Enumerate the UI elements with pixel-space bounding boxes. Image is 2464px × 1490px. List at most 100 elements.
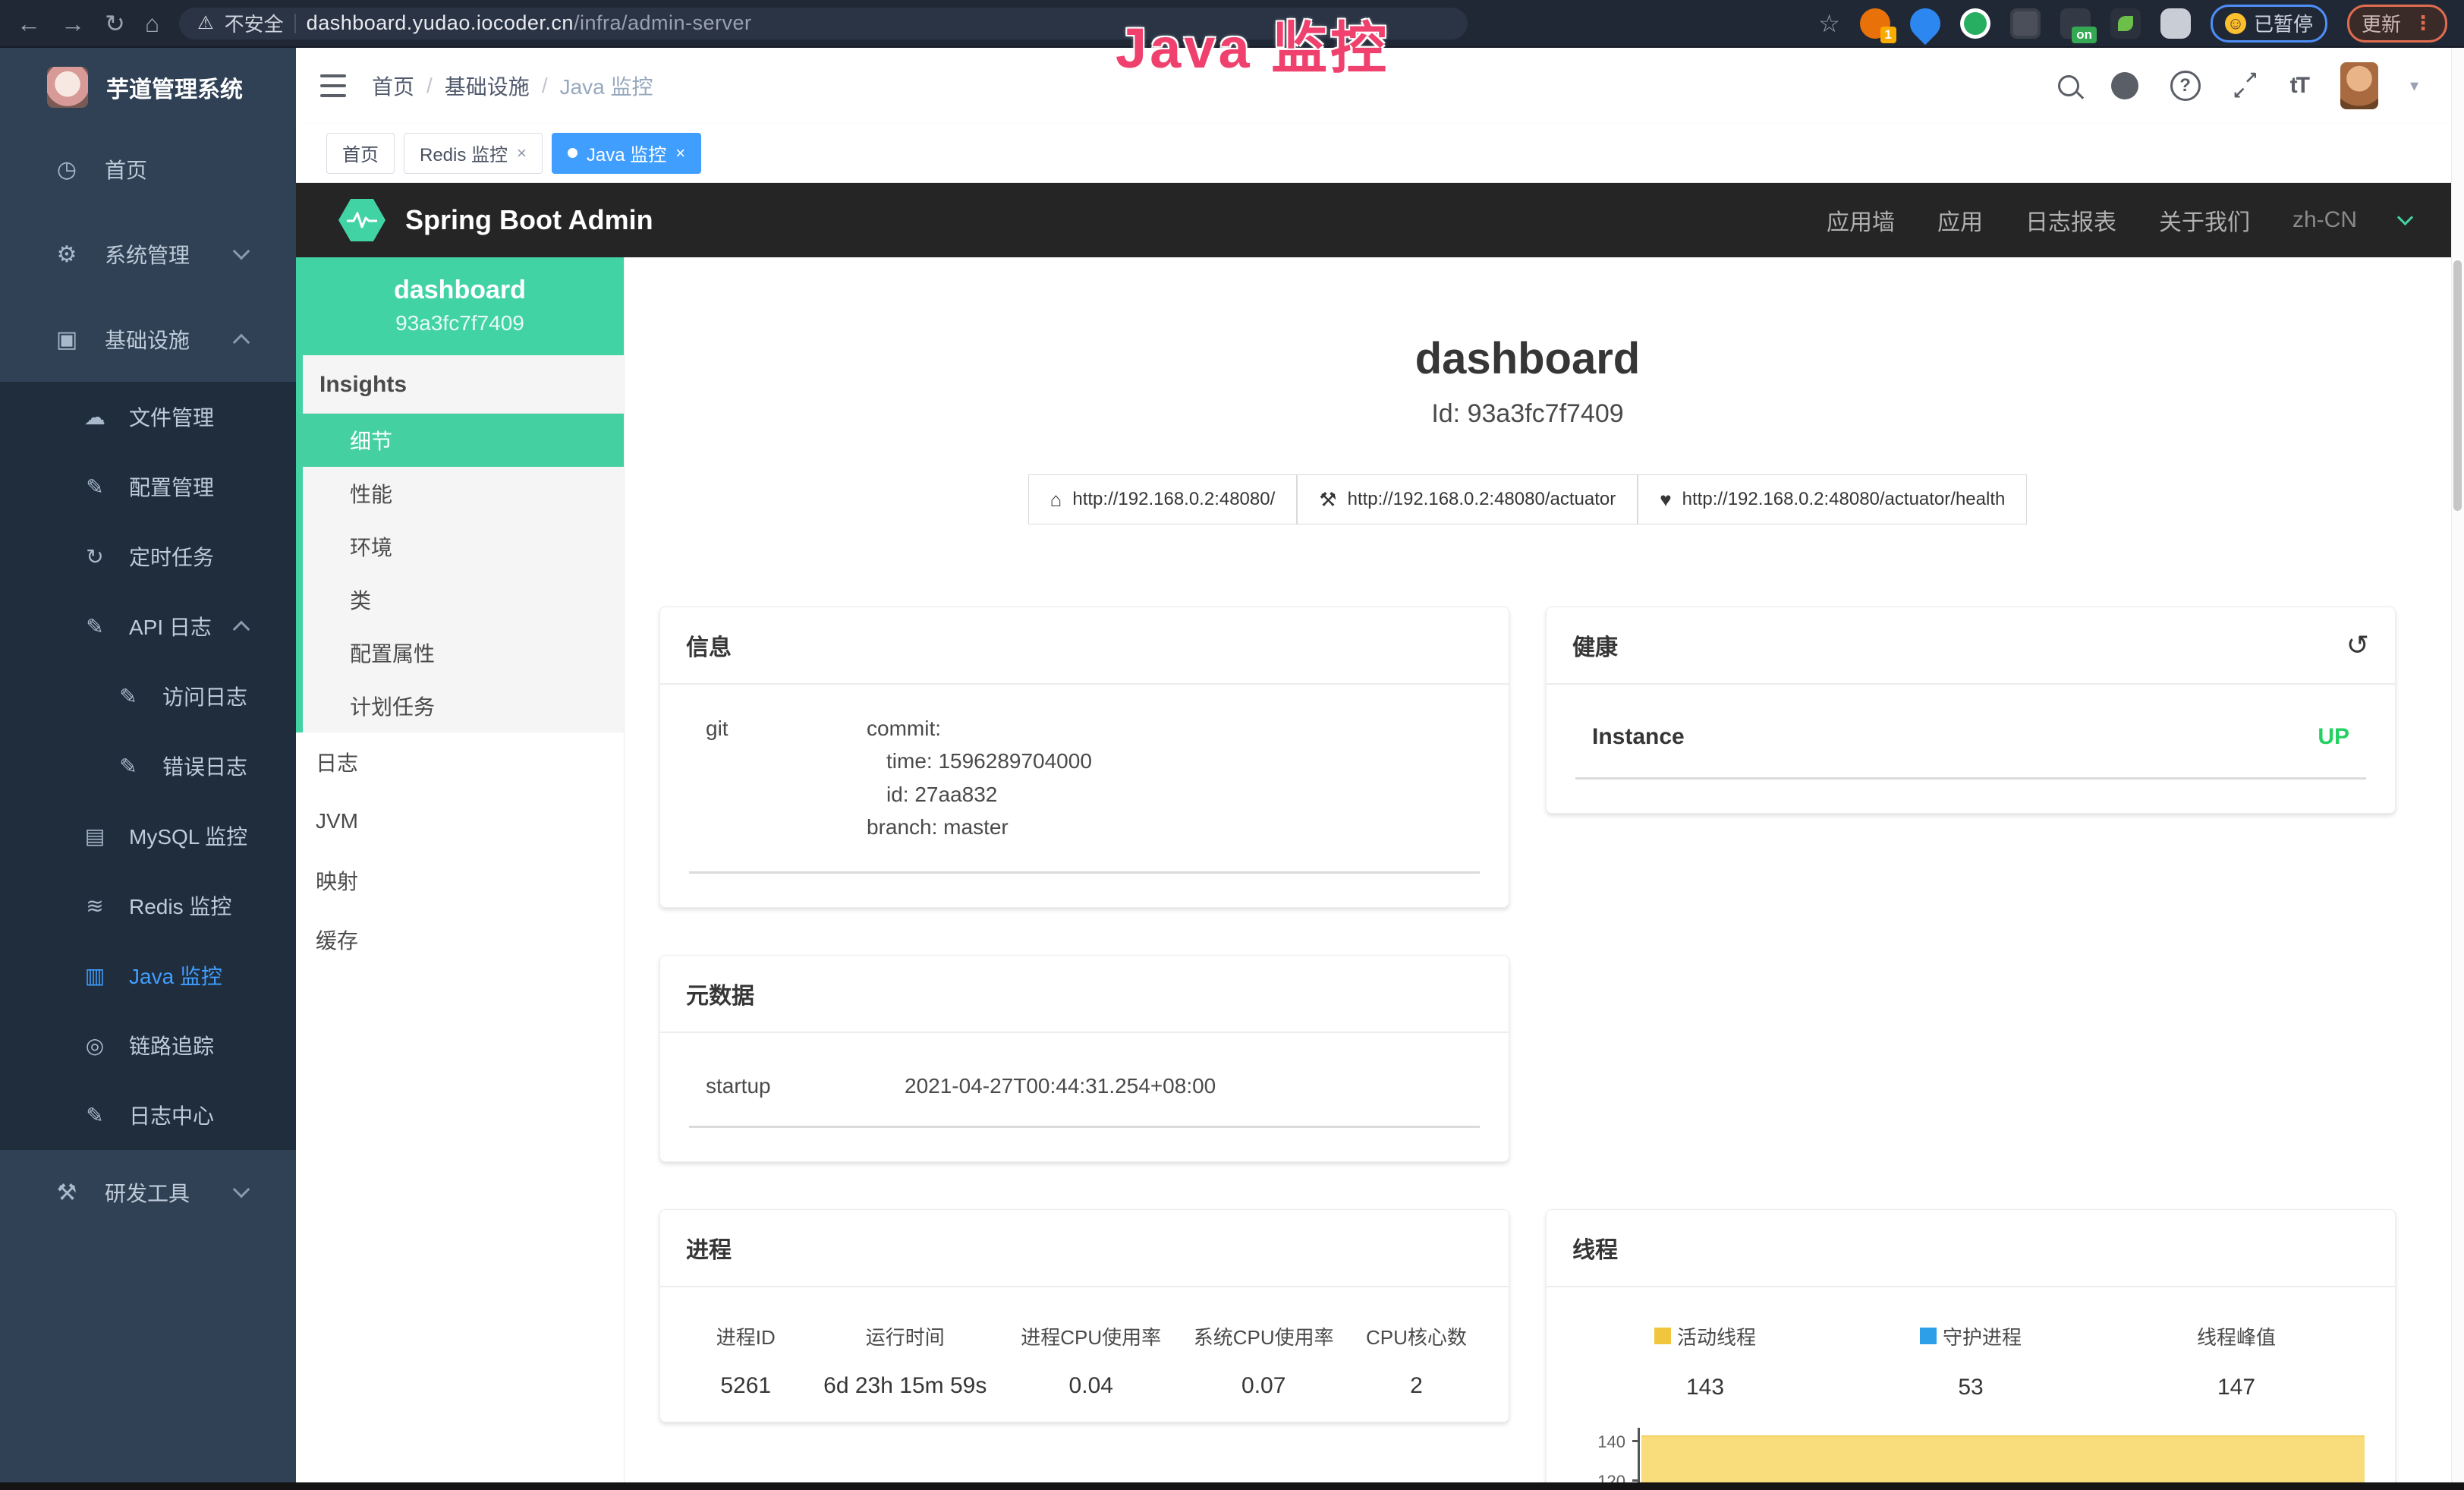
sba-item-metrics[interactable]: 性能 <box>303 467 624 520</box>
tab-java-monitor[interactable]: Java 监控 × <box>552 133 701 174</box>
sba-nav-journal[interactable]: 日志报表 <box>2025 203 2116 237</box>
metadata-card-header: 元数据 <box>660 956 1509 1033</box>
sidebar-item-scheduled-job[interactable]: ↻ 定时任务 <box>0 521 296 591</box>
home-icon: ⌂ <box>1050 488 1062 512</box>
sidebar-item-dev-tools[interactable]: ⚒ 研发工具 <box>0 1150 296 1235</box>
url-path: /infra/admin-server <box>574 11 752 34</box>
sba-item-scheduled-tasks[interactable]: 计划任务 <box>303 679 624 732</box>
sidebar-item-label: Redis 监控 <box>129 890 231 921</box>
user-caret-icon[interactable]: ▾ <box>2410 76 2418 96</box>
sidebar-item-java-monitor[interactable]: ▥ Java 监控 <box>0 940 296 1010</box>
sidebar-item-log-center[interactable]: ✎ 日志中心 <box>0 1080 296 1150</box>
browser-menu-icon[interactable]: ⋮ <box>2413 11 2433 35</box>
legend-daemon: 守护进程 <box>1838 1322 2104 1350</box>
sidebar-item-trace[interactable]: ◎ 链路追踪 <box>0 1010 296 1080</box>
sba-content: dashboard Id: 93a3fc7f7409 ⌂ http://192.… <box>625 257 2464 1482</box>
breadcrumb-infra[interactable]: 基础设施 <box>445 71 530 101</box>
history-icon[interactable]: ↺ <box>2346 629 2369 661</box>
browser-home-icon[interactable]: ⌂ <box>145 11 159 36</box>
edit-icon: ✎ <box>82 474 108 499</box>
cell-uptime: 6d 23h 15m 59s <box>806 1373 1005 1399</box>
sba-nav-applications[interactable]: 应用 <box>1937 203 1983 237</box>
chevron-down-icon[interactable] <box>2397 209 2413 225</box>
sba-item-config-props[interactable]: 配置属性 <box>303 626 624 679</box>
close-icon[interactable]: × <box>517 143 527 163</box>
main-area: 首页 / 基础设施 / Java 监控 ? ↗ ↙ tT ▾ <box>296 48 2464 1482</box>
fullscreen-icon[interactable]: ↗ ↙ <box>2233 73 2258 99</box>
breadcrumb-home[interactable]: 首页 <box>372 71 414 101</box>
sba-nav-about[interactable]: 关于我们 <box>2159 203 2250 237</box>
git-id-line: id: 27aa832 <box>867 778 1092 811</box>
sidebar-item-label: 定时任务 <box>129 541 214 572</box>
tab-label: Java 监控 <box>587 140 666 166</box>
sba-item-jvm[interactable]: JVM <box>296 792 624 851</box>
sba-nav-wall[interactable]: 应用墙 <box>1827 203 1895 237</box>
tags-view-bar: 首页 Redis 监控 × Java 监控 × <box>296 124 2464 183</box>
paused-badge[interactable]: ☺ 已暂停 <box>2211 5 2327 43</box>
sba-locale-select[interactable]: zh-CN <box>2292 207 2357 233</box>
app-logo-row[interactable]: 芋道管理系统 <box>0 48 296 127</box>
browser-reload-icon[interactable]: ↻ <box>105 11 125 36</box>
emoji-face-icon: ☺ <box>2225 13 2246 34</box>
sidebar-item-config-manage[interactable]: ✎ 配置管理 <box>0 452 296 521</box>
insights-group-label: Insights <box>303 355 624 414</box>
close-icon[interactable]: × <box>675 143 685 163</box>
extension-icon-leaf[interactable] <box>2110 8 2141 39</box>
service-url-button[interactable]: ⌂ http://192.168.0.2:48080/ <box>1028 474 1298 524</box>
live-threads-area-series <box>1641 1435 2365 1482</box>
actuator-url-button[interactable]: ⚒ http://192.168.0.2:48080/actuator <box>1297 474 1638 524</box>
sidebar-item-infra[interactable]: ▣ 基础设施 <box>0 297 296 382</box>
sidebar-item-error-log[interactable]: ✎ 错误日志 <box>0 731 296 801</box>
sidebar-item-home[interactable]: ◷ 首页 <box>0 127 296 212</box>
sidebar-item-api-log[interactable]: ✎ API 日志 <box>0 591 296 661</box>
extension-icon-list[interactable]: on <box>2060 8 2091 39</box>
extension-icon-green-circle[interactable] <box>1960 8 1990 39</box>
extension-icon-pin[interactable] <box>1904 2 1947 45</box>
instance-id-line: Id: 93a3fc7f7409 <box>659 399 2396 429</box>
metadata-value: 2021-04-27T00:44:31.254+08:00 <box>905 1074 1216 1098</box>
health-instance-row[interactable]: Instance UP <box>1572 712 2369 750</box>
app-title: 芋道管理系统 <box>106 71 243 104</box>
arrow-sw: ↙ <box>2233 83 2246 103</box>
search-icon[interactable] <box>2058 75 2079 96</box>
browser-update-button[interactable]: 更新 ⋮ <box>2347 5 2447 43</box>
paused-label: 已暂停 <box>2254 9 2313 37</box>
tab-home[interactable]: 首页 <box>326 133 395 174</box>
threads-card-body: 活动线程 守护进程 线程峰值 143 <box>1547 1287 2395 1482</box>
card-title: 信息 <box>686 628 732 662</box>
sidebar-collapse-icon[interactable] <box>320 74 346 97</box>
browser-forward-icon[interactable]: → <box>61 11 85 36</box>
sidebar-item-file-manage[interactable]: ☁ 文件管理 <box>0 382 296 452</box>
tab-redis-monitor[interactable]: Redis 监控 × <box>404 133 543 174</box>
sba-brand-title[interactable]: Spring Boot Admin <box>405 204 653 236</box>
sba-item-logging[interactable]: 日志 <box>296 732 624 792</box>
sidebar-item-access-log[interactable]: ✎ 访问日志 <box>0 661 296 731</box>
scrollbar-thumb[interactable] <box>2453 260 2462 511</box>
extension-icon-orange[interactable]: 1 <box>1860 8 1890 39</box>
font-size-icon[interactable]: tT <box>2290 73 2308 99</box>
screen-icon: ▥ <box>82 963 108 988</box>
sba-item-caches[interactable]: 缓存 <box>296 910 624 969</box>
help-icon[interactable]: ? <box>2170 71 2201 101</box>
threads-chart-yaxis: 140 120 100 <box>1572 1428 1638 1482</box>
health-url-button[interactable]: ♥ http://192.168.0.2:48080/actuator/heal… <box>1638 474 2027 524</box>
health-card-body: Instance UP <box>1547 685 2395 813</box>
sidebar-item-label: 首页 <box>105 154 147 184</box>
chevron-up-icon <box>233 334 250 351</box>
sidebar-item-redis-monitor[interactable]: ≋ Redis 监控 <box>0 871 296 940</box>
user-avatar[interactable] <box>2340 62 2378 109</box>
github-icon[interactable] <box>2111 72 2138 99</box>
sidebar-item-system[interactable]: ⚙ 系统管理 <box>0 212 296 297</box>
sba-item-details[interactable]: 细节 <box>296 414 624 467</box>
browser-back-icon[interactable]: ← <box>17 11 41 36</box>
sba-item-mappings[interactable]: 映射 <box>296 851 624 910</box>
status-badge: UP <box>2318 724 2349 750</box>
window-scrollbar[interactable] <box>2451 48 2464 1482</box>
bookmark-star-icon[interactable]: ☆ <box>1818 11 1840 36</box>
sidebar-item-mysql-monitor[interactable]: ▤ MySQL 监控 <box>0 801 296 871</box>
sba-item-classes[interactable]: 类 <box>303 573 624 626</box>
sba-item-environment[interactable]: 环境 <box>303 520 624 573</box>
extension-icon-grid[interactable] <box>2010 8 2041 39</box>
extensions-puzzle-icon[interactable] <box>2160 8 2191 39</box>
sidebar-item-label: 日志中心 <box>129 1100 214 1130</box>
